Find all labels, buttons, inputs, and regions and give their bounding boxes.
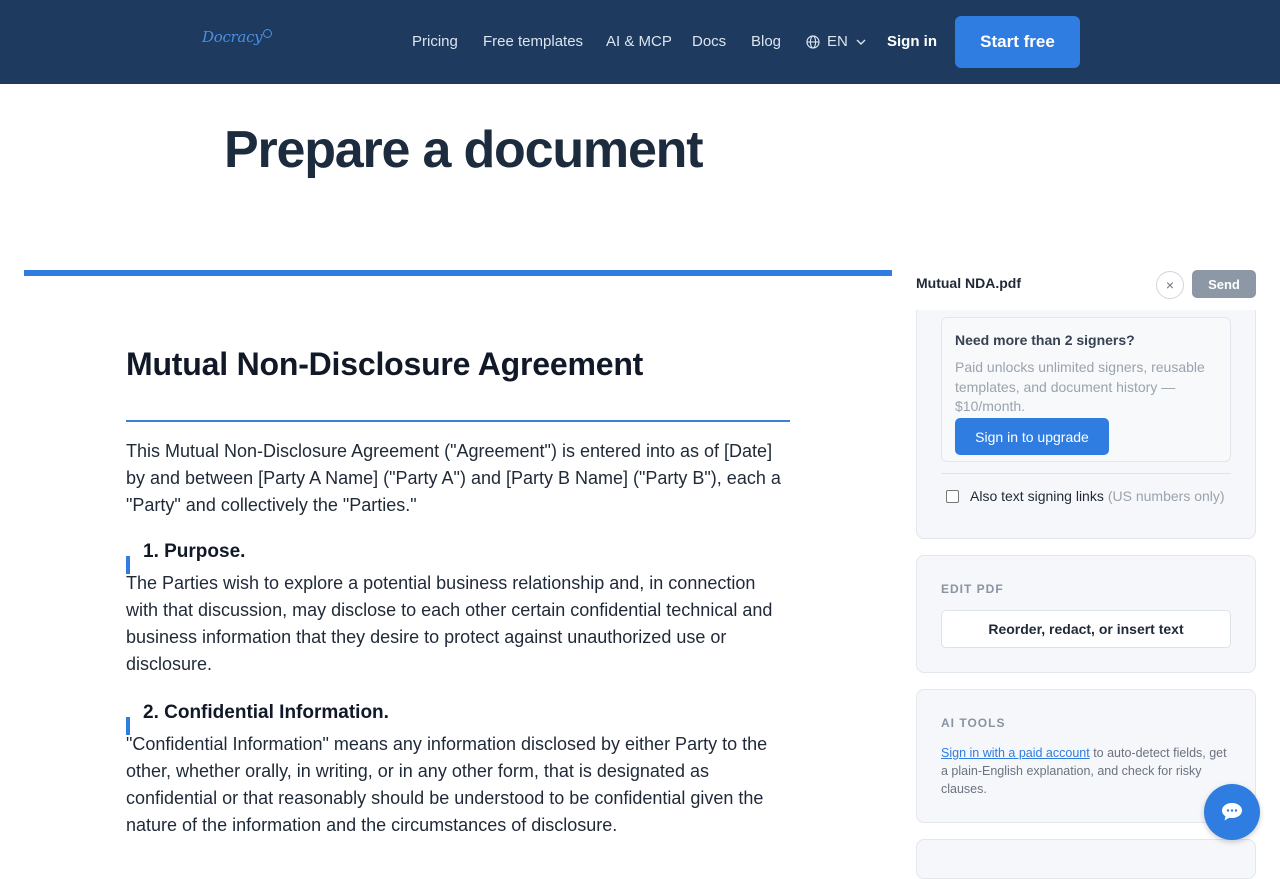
file-name: Mutual NDA.pdf [916,275,1021,291]
close-button[interactable]: × [1156,271,1184,299]
section-heading-purpose: 1. Purpose. [143,541,246,562]
logo[interactable]: Docracy [202,28,273,46]
upsell-title: Need more than 2 signers? [955,332,1135,348]
send-button[interactable]: Send [1192,270,1256,298]
nav-link-docs[interactable]: Docs [692,33,726,50]
sign-in-to-upgrade-button[interactable]: Sign in to upgrade [955,418,1109,455]
divider [941,473,1231,474]
next-card [916,839,1256,879]
section-body-confidential-information: "Confidential Information" means any inf… [126,734,768,835]
start-free-button[interactable]: Start free [955,16,1080,68]
sms-checkbox[interactable] [946,489,959,503]
upsell-text: Paid unlocks unlimited signers, reusable… [955,359,1205,414]
language-label: EN [827,33,848,50]
edit-pdf-button[interactable]: Reorder, redact, or insert text [941,610,1231,648]
section-body-purpose: The Parties wish to explore a potential … [126,573,773,674]
nav-link-ai-mcp[interactable]: AI & MCP [606,33,672,50]
logo-mark-icon [263,29,273,38]
edit-pdf-label: EDIT PDF [941,582,1004,596]
chat-icon [1222,803,1242,821]
chat-button[interactable] [1204,784,1260,840]
signers-card: Need more than 2 signers? Paid unlocks u… [916,310,1256,539]
sign-in-link[interactable]: Sign in [887,33,937,50]
document-intro: This Mutual Non-Disclosure Agreement ("A… [126,441,781,515]
top-nav: Docracy Pricing Free templates AI & MCP … [0,0,1280,84]
upsell-box: Need more than 2 signers? Paid unlocks u… [941,317,1231,462]
document-title-rule [126,420,790,422]
section-heading-confidential-information: 2. Confidential Information. [143,702,389,723]
document-title: Mutual Non-Disclosure Agreement [126,346,644,382]
sms-option[interactable]: Also text signing links (US numbers only… [946,488,1225,504]
language-selector[interactable]: EN [806,33,866,50]
chevron-down-icon [856,39,866,45]
ai-tools-label: AI TOOLS [941,716,1006,730]
nav-link-blog[interactable]: Blog [751,33,781,50]
sms-label: Also text signing links [970,488,1104,504]
edit-pdf-card: EDIT PDF Reorder, redact, or insert text [916,555,1256,673]
close-icon: × [1165,277,1175,293]
nav-link-pricing[interactable]: Pricing [412,33,458,50]
nav-link-free-templates[interactable]: Free templates [483,33,583,50]
page-title: Prepare a document [224,121,704,179]
sms-note: (US numbers only) [1107,488,1225,504]
paid-account-signin-link[interactable]: Sign in with a paid account [941,746,1090,760]
globe-icon [806,34,820,49]
ai-tools-text: Sign in with a paid account to auto-dete… [941,744,1235,798]
document-accent-bar [24,270,892,276]
